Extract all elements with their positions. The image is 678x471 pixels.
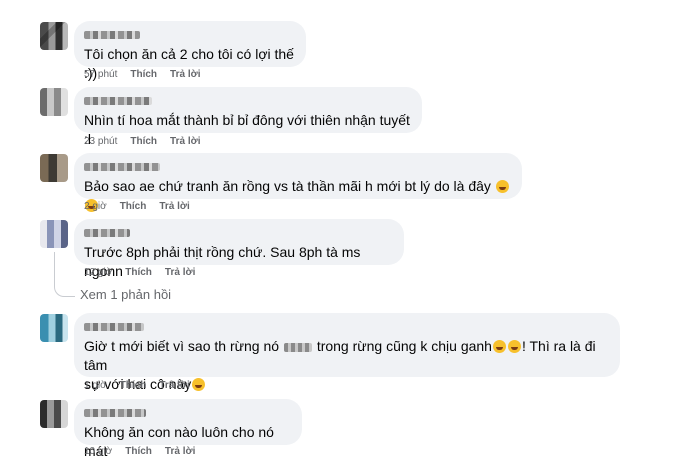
laughing-emoji-icon <box>495 180 509 193</box>
comment-time[interactable]: 57 phút <box>84 69 117 80</box>
avatar[interactable] <box>40 314 68 342</box>
avatar[interactable] <box>40 88 68 116</box>
comment-actions: 23 phút Thích Trả lời <box>84 136 214 147</box>
rofl-emoji-icon <box>507 340 521 353</box>
comment-time[interactable]: 2 giờ <box>84 201 107 212</box>
like-button[interactable]: Thích <box>130 69 157 80</box>
reply-button[interactable]: Trả lời <box>170 136 200 147</box>
comment-bubble: Trước 8ph phải thịt rồng chứ. Sau 8ph tà… <box>74 219 404 279</box>
avatar[interactable] <box>40 154 68 182</box>
author-name[interactable] <box>84 163 160 171</box>
avatar[interactable] <box>40 400 68 428</box>
comment-bubble: Nhìn tí hoa mắt thành bỉ bỉ đông với thi… <box>74 87 422 147</box>
comment-time[interactable]: 10 giờ <box>84 446 112 457</box>
like-button[interactable]: Thích <box>125 267 152 278</box>
author-name[interactable] <box>84 409 146 417</box>
like-button[interactable]: Thích <box>120 380 147 391</box>
laughing-emoji-icon <box>492 340 506 353</box>
author-name[interactable] <box>84 229 130 237</box>
comment-time[interactable]: 12 giờ <box>84 267 112 278</box>
comment-actions: 1 giờ Thích Trả lời <box>84 380 203 391</box>
comment-text-body: Bảo sao ae chứ tranh ăn rồng vs tà thần … <box>84 178 491 194</box>
comment-time[interactable]: 23 phút <box>84 136 117 147</box>
reply-button[interactable]: Trả lời <box>165 267 195 278</box>
comment-bubble: Không ăn con nào luôn cho nó mát <box>74 399 302 459</box>
comment-bubble: Giờ t mới biết vì sao th rừng nó trong r… <box>74 313 620 392</box>
view-replies-link[interactable]: Xem 1 phản hồi <box>80 287 171 302</box>
reply-button[interactable]: Trả lời <box>159 380 189 391</box>
comment-bubble: Bảo sao ae chứ tranh ăn rồng vs tà thần … <box>74 153 522 212</box>
comment-text-part: Giờ t mới biết vì sao th rừng nó <box>84 338 280 354</box>
censored-word <box>283 342 312 352</box>
author-name[interactable] <box>84 97 152 105</box>
comment-actions: 2 giờ Thích Trả lời <box>84 201 203 212</box>
author-name[interactable] <box>84 323 144 331</box>
avatar[interactable] <box>40 22 68 50</box>
avatar[interactable] <box>40 220 68 248</box>
like-button[interactable]: Thích <box>120 201 147 212</box>
reply-button[interactable]: Trả lời <box>159 201 189 212</box>
reply-button[interactable]: Trả lời <box>165 446 195 457</box>
comment-time[interactable]: 1 giờ <box>84 380 107 391</box>
reply-thread-line <box>54 252 75 297</box>
like-button[interactable]: Thích <box>125 446 152 457</box>
comment-actions: 57 phút Thích Trả lời <box>84 69 214 80</box>
like-button[interactable]: Thích <box>130 136 157 147</box>
comment-text-part: trong rừng cũng k chịu ganh <box>316 338 492 354</box>
comment-actions: 10 giờ Thích Trả lời <box>84 446 208 457</box>
author-name[interactable] <box>84 31 140 39</box>
comment-actions: 12 giờ Thích Trả lời <box>84 267 208 278</box>
comment-bubble: Tôi chọn ăn cả 2 cho tôi có lợi thế :)) <box>74 21 306 81</box>
reply-button[interactable]: Trả lời <box>170 69 200 80</box>
